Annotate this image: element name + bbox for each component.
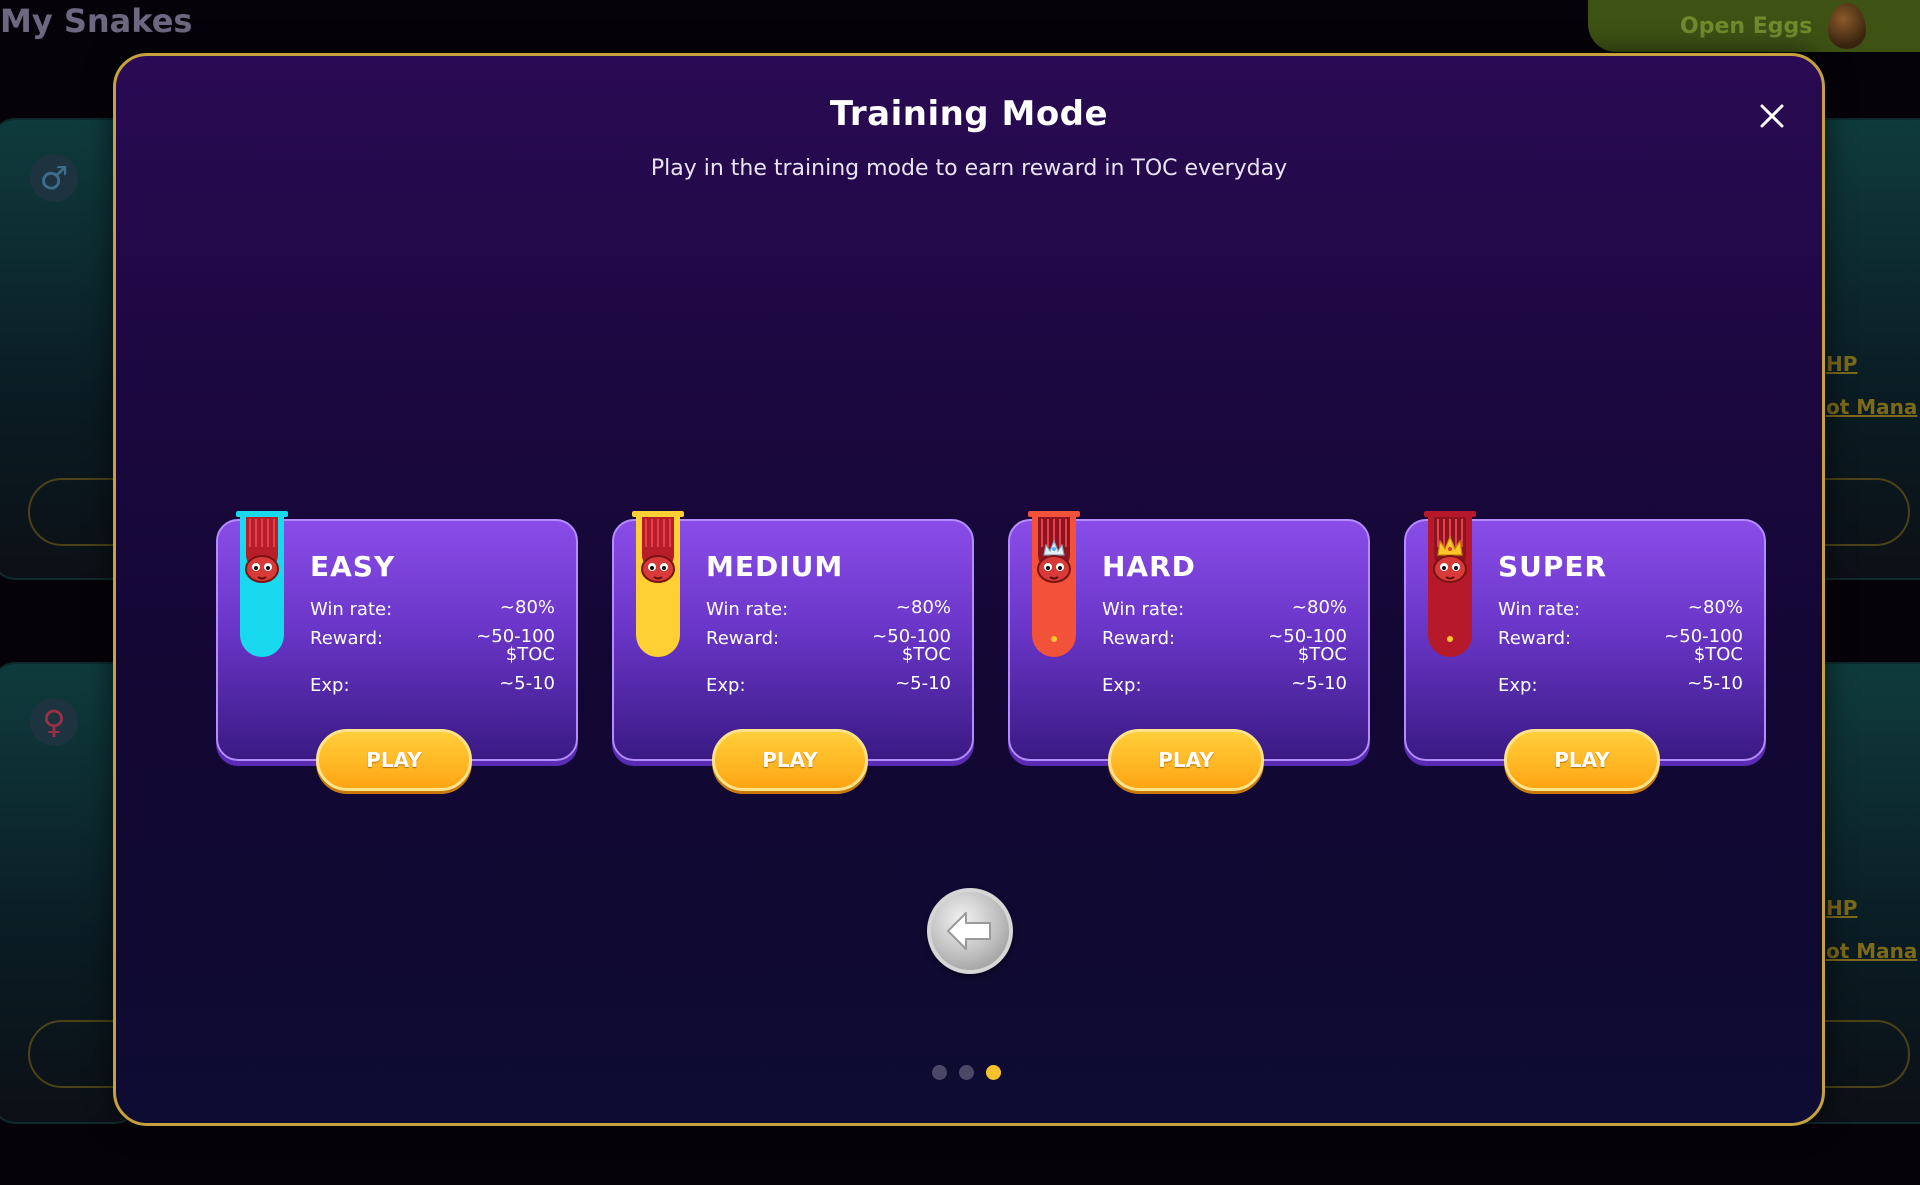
female-icon: ♀	[30, 698, 78, 746]
reward-label: Reward:	[1498, 628, 1572, 649]
hp-link[interactable]: HP	[1826, 352, 1857, 376]
difficulty-banner-icon	[236, 511, 288, 657]
mode-name: EASY	[310, 550, 396, 583]
egg-icon	[1828, 3, 1867, 49]
play-button[interactable]: PLAY	[1108, 729, 1264, 791]
open-eggs-button[interactable]: Open Eggs	[1588, 0, 1920, 52]
modal-subtitle: Play in the training mode to earn reward…	[650, 156, 1288, 181]
exp-label: Exp:	[310, 675, 350, 696]
play-label: PLAY	[762, 748, 818, 772]
pagination-dot[interactable]	[932, 1065, 947, 1080]
win-rate-row: Win rate: ~80%	[310, 597, 555, 621]
mode-card-super: SUPER Win rate: ~80% Reward: ~50-100 $TO…	[1404, 466, 1766, 791]
win-rate-label: Win rate:	[1102, 599, 1185, 620]
win-rate-value: ~80%	[895, 597, 951, 618]
mode-card-hard: HARD Win rate: ~80% Reward: ~50-100 $TOC…	[1008, 466, 1370, 791]
male-icon: ♂	[30, 154, 78, 202]
exp-row: Exp: ~5-10	[706, 673, 951, 697]
play-label: PLAY	[1554, 748, 1610, 772]
mode-card-medium: MEDIUM Win rate: ~80% Reward: ~50-100 $T…	[612, 466, 974, 791]
exp-value: ~5-10	[1687, 673, 1743, 694]
play-label: PLAY	[366, 748, 422, 772]
reward-value: ~50-100 $TOC	[1664, 628, 1743, 664]
close-icon	[1760, 104, 1784, 128]
mana-link[interactable]: ot Mana	[1826, 939, 1917, 963]
reward-label: Reward:	[310, 628, 384, 649]
modal-title: Training Mode	[829, 94, 1109, 134]
close-button[interactable]	[1752, 96, 1792, 136]
reward-currency: $TOC	[505, 644, 555, 665]
exp-row: Exp: ~5-10	[310, 673, 555, 697]
pagination-dot[interactable]	[986, 1065, 1001, 1080]
reward-label: Reward:	[706, 628, 780, 649]
win-rate-label: Win rate:	[706, 599, 789, 620]
exp-row: Exp: ~5-10	[1102, 673, 1347, 697]
reward-currency: $TOC	[1297, 644, 1347, 665]
difficulty-banner-icon	[1424, 511, 1476, 657]
pagination-dots	[932, 1065, 1001, 1080]
open-eggs-label: Open Eggs	[1680, 13, 1813, 39]
mana-link[interactable]: ot Mana	[1826, 395, 1917, 419]
mode-name: HARD	[1102, 550, 1196, 583]
win-rate-value: ~80%	[499, 597, 555, 618]
reward-currency: $TOC	[1693, 644, 1743, 665]
win-rate-value: ~80%	[1687, 597, 1743, 618]
exp-value: ~5-10	[1291, 673, 1347, 694]
win-rate-row: Win rate: ~80%	[1102, 597, 1347, 621]
mode-name: MEDIUM	[706, 550, 844, 583]
difficulty-banner-icon	[1028, 511, 1080, 657]
reward-label: Reward:	[1102, 628, 1176, 649]
reward-row: Reward: ~50-100 $TOC	[310, 628, 555, 664]
arrow-left-icon	[947, 912, 991, 950]
exp-row: Exp: ~5-10	[1498, 673, 1743, 697]
reward-row: Reward: ~50-100 $TOC	[1498, 628, 1743, 664]
win-rate-value: ~80%	[1291, 597, 1347, 618]
pagination-dot[interactable]	[959, 1065, 974, 1080]
reward-row: Reward: ~50-100 $TOC	[1102, 628, 1347, 664]
difficulty-banner-icon	[632, 511, 684, 657]
play-label: PLAY	[1158, 748, 1214, 772]
back-button[interactable]	[927, 888, 1013, 974]
hp-link[interactable]: HP	[1826, 896, 1857, 920]
exp-value: ~5-10	[895, 673, 951, 694]
exp-label: Exp:	[1498, 675, 1538, 696]
win-rate-label: Win rate:	[310, 599, 393, 620]
mode-name: SUPER	[1498, 550, 1608, 583]
play-button[interactable]: PLAY	[712, 729, 868, 791]
play-button[interactable]: PLAY	[1504, 729, 1660, 791]
win-rate-label: Win rate:	[1498, 599, 1581, 620]
play-button[interactable]: PLAY	[316, 729, 472, 791]
exp-value: ~5-10	[499, 673, 555, 694]
exp-label: Exp:	[1102, 675, 1142, 696]
reward-row: Reward: ~50-100 $TOC	[706, 628, 951, 664]
reward-value: ~50-100 $TOC	[1268, 628, 1347, 664]
reward-currency: $TOC	[901, 644, 951, 665]
training-mode-modal: Training Mode Play in the training mode …	[113, 53, 1825, 1126]
exp-label: Exp:	[706, 675, 746, 696]
win-rate-row: Win rate: ~80%	[706, 597, 951, 621]
page-title: My Snakes	[0, 2, 193, 40]
mode-card-easy: EASY Win rate: ~80% Reward: ~50-100 $TOC…	[216, 466, 578, 791]
win-rate-row: Win rate: ~80%	[1498, 597, 1743, 621]
reward-value: ~50-100 $TOC	[872, 628, 951, 664]
reward-value: ~50-100 $TOC	[476, 628, 555, 664]
